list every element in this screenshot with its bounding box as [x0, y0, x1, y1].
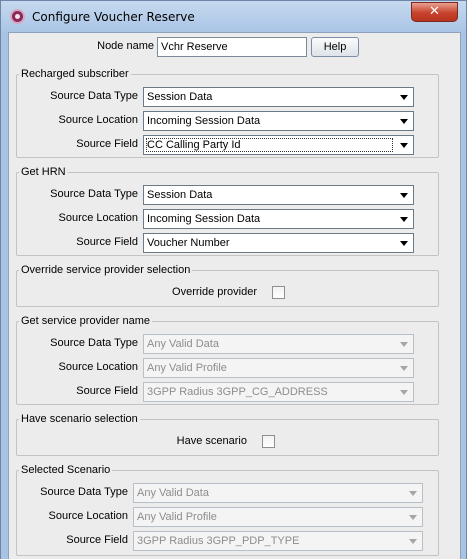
title-bar[interactable]: Configure Voucher Reserve ✕: [1, 1, 466, 32]
hrn-data-type-select[interactable]: Session Data: [143, 185, 414, 205]
chevron-down-icon: [409, 491, 417, 496]
selected-scenario-group: Selected Scenario Source Data Type Any V…: [16, 464, 439, 556]
recharged-location-value: Incoming Session Data: [147, 115, 261, 127]
dialog-window: Configure Voucher Reserve ✕ Node name Vc…: [0, 0, 467, 559]
recharged-data-type-select[interactable]: Session Data: [143, 87, 414, 107]
recharged-location-select[interactable]: Incoming Session Data: [143, 111, 414, 131]
scenario-data-type-label: Source Data Type: [40, 486, 128, 498]
chevron-down-icon: [409, 539, 417, 544]
override-provider-checkbox[interactable]: [272, 286, 285, 299]
node-name-label: Node name: [97, 40, 154, 52]
recharged-field-value: CC Calling Party Id: [147, 139, 241, 151]
recharged-subscriber-group: Recharged subscriber Source Data Type Se…: [16, 68, 439, 158]
have-scenario-label: Have scenario: [176, 435, 247, 447]
recharged-subscriber-title: Recharged subscriber: [19, 68, 131, 81]
override-provider-label: Override provider: [172, 286, 257, 298]
chevron-down-icon: [400, 390, 408, 395]
chevron-down-icon: [400, 342, 408, 347]
scenario-selection-title: Have scenario selection: [19, 413, 140, 426]
hrn-location-select[interactable]: Incoming Session Data: [143, 209, 414, 229]
sp-field-label: Source Field: [76, 385, 138, 397]
override-provider-title: Override service provider selection: [19, 264, 193, 277]
scenario-data-type-select[interactable]: Any Valid Data: [133, 483, 423, 503]
close-button[interactable]: ✕: [411, 2, 458, 22]
chevron-down-icon: [409, 515, 417, 520]
chevron-down-icon: [400, 241, 408, 246]
recharged-data-type-label: Source Data Type: [50, 90, 138, 102]
scenario-data-type-value: Any Valid Data: [137, 487, 209, 499]
service-provider-name-title: Get service provider name: [19, 315, 152, 328]
sp-field-value: 3GPP Radius 3GPP_CG_ADDRESS: [147, 386, 328, 398]
recharged-location-label: Source Location: [58, 114, 139, 126]
sp-data-type-value: Any Valid Data: [147, 338, 219, 350]
have-scenario-checkbox[interactable]: [262, 435, 275, 448]
service-provider-name-group: Get service provider name Source Data Ty…: [16, 315, 439, 405]
sp-location-select[interactable]: Any Valid Profile: [143, 358, 414, 378]
hrn-data-type-value: Session Data: [147, 189, 213, 201]
sp-data-type-select[interactable]: Any Valid Data: [143, 334, 414, 354]
scenario-field-label: Source Field: [66, 534, 128, 546]
sp-field-select[interactable]: 3GPP Radius 3GPP_CG_ADDRESS: [143, 382, 414, 402]
chevron-down-icon: [400, 95, 408, 100]
override-provider-group: Override service provider selection Over…: [16, 264, 439, 307]
scenario-location-select[interactable]: Any Valid Profile: [133, 507, 423, 527]
selected-scenario-title: Selected Scenario: [19, 464, 113, 477]
hrn-field-value: Voucher Number: [147, 237, 230, 249]
recharged-data-type-value: Session Data: [147, 91, 213, 103]
sp-data-type-label: Source Data Type: [50, 337, 138, 349]
recharged-field-select[interactable]: CC Calling Party Id: [143, 135, 414, 155]
node-name-value: Vchr Reserve: [161, 41, 228, 53]
chevron-down-icon: [400, 366, 408, 371]
hrn-data-type-label: Source Data Type: [50, 188, 138, 200]
get-hrn-title: Get HRN: [19, 166, 68, 179]
hrn-field-label: Source Field: [76, 236, 138, 248]
hrn-location-value: Incoming Session Data: [147, 213, 261, 225]
chevron-down-icon: [400, 217, 408, 222]
app-logo-icon: [10, 9, 25, 24]
hrn-field-select[interactable]: Voucher Number: [143, 233, 414, 253]
node-name-input[interactable]: Vchr Reserve: [157, 37, 307, 57]
scenario-field-value: 3GPP Radius 3GPP_PDP_TYPE: [137, 535, 300, 547]
get-hrn-group: Get HRN Source Data Type Session Data So…: [16, 166, 439, 256]
sp-location-label: Source Location: [58, 361, 139, 373]
window-title: Configure Voucher Reserve: [32, 10, 195, 24]
help-button[interactable]: Help: [311, 37, 359, 57]
node-name-row: Node name Vchr Reserve Help: [9, 33, 460, 61]
chevron-down-icon: [400, 119, 408, 124]
scenario-field-select[interactable]: 3GPP Radius 3GPP_PDP_TYPE: [133, 531, 423, 551]
chevron-down-icon: [400, 193, 408, 198]
chevron-down-icon: [400, 143, 408, 148]
recharged-field-label: Source Field: [76, 138, 138, 150]
hrn-location-label: Source Location: [58, 212, 139, 224]
scenario-location-value: Any Valid Profile: [137, 511, 217, 523]
scenario-selection-group: Have scenario selection Have scenario: [16, 413, 439, 456]
scenario-location-label: Source Location: [48, 510, 129, 522]
dialog-content: Node name Vchr Reserve Help Recharged su…: [8, 32, 461, 559]
sp-location-value: Any Valid Profile: [147, 362, 227, 374]
